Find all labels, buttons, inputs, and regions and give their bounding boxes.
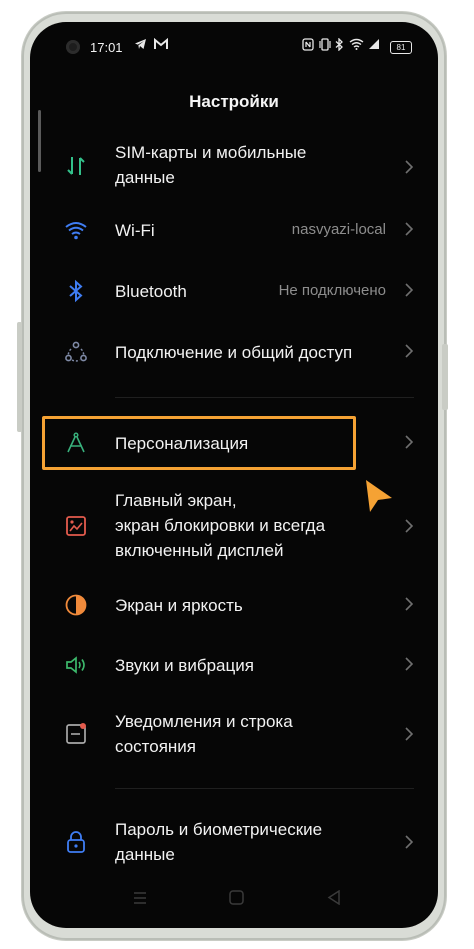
settings-item-label: Bluetooth: [115, 282, 187, 301]
display-brightness-icon: [64, 593, 88, 617]
back-nav-icon[interactable]: [327, 889, 341, 910]
menu-nav-icon[interactable]: [133, 891, 147, 910]
navigation-bar: [30, 886, 438, 912]
settings-item-notifications-status-bar[interactable]: Уведомления и строка состояния: [44, 708, 424, 760]
settings-item-label: Экран и яркость: [115, 596, 243, 615]
home-nav-icon[interactable]: [229, 890, 244, 910]
wifi-status-icon: [349, 38, 364, 53]
settings-item-label-line2: данные: [115, 168, 175, 187]
settings-item-label-line2: данные: [115, 845, 175, 864]
settings-item-label: Главный экран,: [115, 491, 237, 510]
settings-item-label: SIM-карты и мобильные: [115, 143, 307, 162]
scroll-indicator[interactable]: [38, 110, 41, 172]
sim-data-icon: [64, 154, 88, 178]
status-time: 17:01: [90, 40, 123, 55]
highlight-box: [42, 416, 356, 470]
vibrate-icon: [318, 38, 332, 54]
settings-item-label-line2: состояния: [115, 737, 196, 756]
notifications-icon: [64, 722, 88, 746]
front-camera: [66, 40, 80, 54]
page-title: Настройки: [189, 92, 279, 111]
settings-item-label-line2: экран блокировки и всегда: [115, 516, 326, 535]
phone-screen: 17:01 81 Настройки SIM-карты и мобильные…: [30, 22, 438, 928]
gmail-icon: [154, 37, 168, 53]
status-bar: 17:01 81: [30, 36, 438, 60]
settings-item-label: Звуки и вибрация: [115, 656, 254, 675]
settings-item-connection-sharing[interactable]: Подключение и общий доступ: [44, 338, 424, 366]
volume-button: [17, 322, 22, 432]
chevron-right-icon: [404, 657, 414, 671]
settings-item-sim-mobile-data[interactable]: SIM-карты и мобильные данные: [44, 138, 424, 196]
chevron-right-icon: [404, 283, 414, 297]
home-lockscreen-icon: [64, 514, 88, 538]
settings-item-password-biometrics[interactable]: Пароль и биометрические данные: [44, 816, 424, 868]
section-divider: [115, 788, 414, 789]
chevron-right-icon: [404, 160, 414, 174]
chevron-right-icon: [404, 727, 414, 741]
chevron-right-icon: [404, 519, 414, 533]
settings-item-wifi[interactable]: Wi-Fi nasvyazi-local: [44, 216, 424, 244]
wifi-icon: [64, 218, 88, 242]
chevron-right-icon: [404, 222, 414, 236]
settings-item-display-brightness[interactable]: Экран и яркость: [44, 591, 424, 619]
wifi-network-name: nasvyazi-local: [291, 221, 386, 238]
settings-item-label: Уведомления и строка: [115, 712, 293, 731]
signal-icon: [368, 38, 380, 53]
sound-vibration-icon: [64, 653, 88, 677]
connection-share-icon: [64, 340, 88, 364]
telegram-icon: [134, 38, 147, 53]
battery-indicator: 81: [390, 41, 412, 54]
chevron-right-icon: [404, 597, 414, 611]
settings-item-sounds-vibration[interactable]: Звуки и вибрация: [44, 651, 424, 679]
nfc-icon: [302, 38, 314, 54]
bluetooth-status: Не подключено: [278, 282, 386, 299]
chevron-right-icon: [404, 835, 414, 849]
chevron-right-icon: [404, 344, 414, 358]
bluetooth-status-icon: [335, 37, 344, 54]
section-divider: [115, 397, 414, 398]
power-button: [442, 344, 448, 410]
settings-item-label: Подключение и общий доступ: [115, 343, 353, 362]
settings-item-label: Пароль и биометрические: [115, 820, 323, 839]
settings-item-label-line3: включенный дисплей: [115, 541, 284, 560]
password-biometrics-icon: [64, 830, 88, 854]
settings-item-label: Wi-Fi: [115, 221, 155, 240]
settings-item-bluetooth[interactable]: Bluetooth Не подключено: [44, 277, 424, 305]
chevron-right-icon: [404, 435, 414, 449]
bluetooth-icon: [64, 279, 88, 303]
